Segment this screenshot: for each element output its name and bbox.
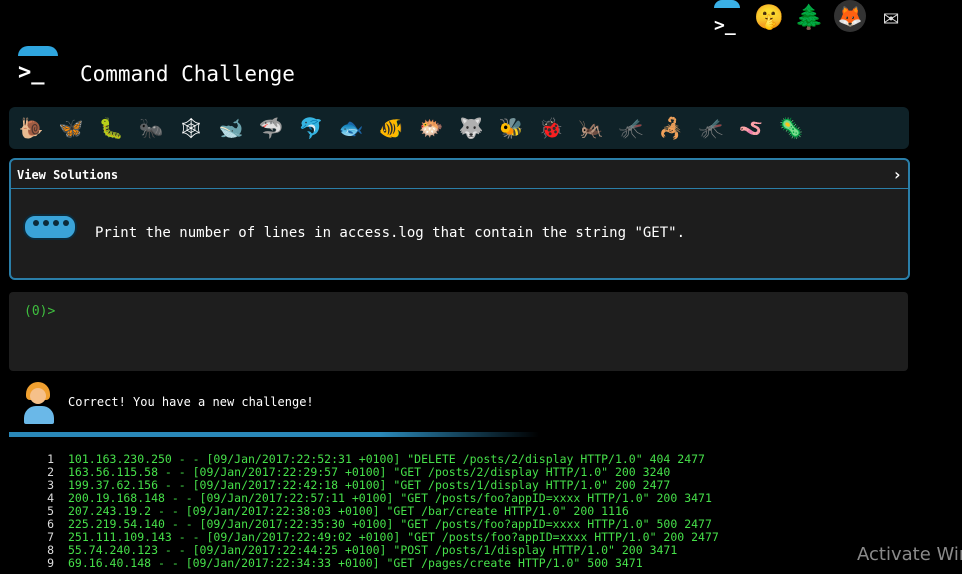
creature-icon[interactable]: 🐛 bbox=[95, 113, 127, 143]
log-line: 9 69.16.40.148 - - [09/Jan/2017:22:34:33 … bbox=[26, 557, 719, 570]
creature-icon[interactable]: 🐡 bbox=[415, 113, 447, 143]
view-solutions-header[interactable]: View Solutions › bbox=[11, 160, 908, 189]
creature-icon[interactable]: 🦟 bbox=[695, 113, 727, 143]
creature-icon[interactable]: 🐺 bbox=[455, 113, 487, 143]
log-text: 251.111.109.143 - - [09/Jan/2017:22:49:0… bbox=[68, 530, 719, 544]
creature-icon[interactable]: 🐞 bbox=[535, 113, 567, 143]
terminal-input[interactable]: (0)> bbox=[9, 292, 908, 371]
creature-icon[interactable]: 🐜 bbox=[135, 113, 167, 143]
challenge-panel: View Solutions › Print the number of lin… bbox=[9, 158, 910, 280]
line-number: 9 bbox=[47, 556, 54, 570]
creature-icon[interactable]: 🦗 bbox=[575, 113, 607, 143]
view-solutions-label[interactable]: View Solutions bbox=[17, 168, 118, 182]
log-text: 163.56.115.58 - - [09/Jan/2017:22:29:57 … bbox=[68, 465, 671, 479]
log-text: 101.163.230.250 - - [09/Jan/2017:22:52:3… bbox=[68, 452, 705, 466]
creature-icon[interactable]: 🦂 bbox=[655, 113, 687, 143]
creature-icon[interactable]: 🐋 bbox=[215, 113, 247, 143]
log-text: 207.243.19.2 - - [09/Jan/2017:22:38:03 +… bbox=[68, 504, 629, 518]
creature-icon[interactable]: 🪱 bbox=[735, 113, 767, 143]
log-output: 1 101.163.230.250 - - [09/Jan/2017:22:52:… bbox=[26, 453, 719, 570]
creature-icon[interactable]: 🐌 bbox=[15, 113, 47, 143]
chevron-right-icon[interactable]: › bbox=[892, 165, 902, 184]
creature-icon[interactable]: 🐟 bbox=[335, 113, 367, 143]
creature-icon[interactable]: 🦈 bbox=[255, 113, 287, 143]
log-text: 69.16.40.148 - - [09/Jan/2017:22:34:33 +… bbox=[68, 556, 643, 570]
creature-icon[interactable]: 🦟 bbox=[615, 113, 647, 143]
page-title: Command Challenge bbox=[80, 62, 295, 86]
creature-icon[interactable]: 🕸 bbox=[175, 113, 207, 143]
logo-icon[interactable]: >_ bbox=[16, 46, 60, 90]
terminal-prompt: (0)> bbox=[24, 304, 56, 319]
creature-icon[interactable]: 🐠 bbox=[375, 113, 407, 143]
log-text: 55.74.240.123 - - [09/Jan/2017:22:44:25 … bbox=[68, 543, 678, 557]
creature-icon[interactable]: 🐝 bbox=[495, 113, 527, 143]
shushing-face-icon[interactable]: 🤫 bbox=[754, 0, 784, 34]
activate-windows-watermark: Activate Win bbox=[857, 544, 962, 565]
creature-icon[interactable]: 🦠 bbox=[775, 113, 807, 143]
tree-icon[interactable]: 🌲 bbox=[794, 0, 824, 34]
challenge-creature-bar: 🐌 🦋 🐛 🐜 🕸 🐋 🦈 🐬 🐟 🐠 🐡 🐺 🐝 🐞 🦗 🦟 🦂 🦟 🪱 🦠 bbox=[9, 107, 909, 149]
top-icon-bar: >_ 🤫 🌲 🦊 ✉ bbox=[708, 0, 962, 38]
germ-icon bbox=[23, 210, 77, 240]
creature-icon[interactable]: 🐬 bbox=[295, 113, 327, 143]
terminal-icon[interactable]: >_ bbox=[708, 0, 744, 36]
log-text: 199.37.62.156 - - [09/Jan/2017:22:42:18 … bbox=[68, 478, 671, 492]
creature-icon[interactable]: 🦋 bbox=[55, 113, 87, 143]
feedback-message: Correct! You have a new challenge! bbox=[68, 395, 314, 409]
log-text: 225.219.54.140 - - [09/Jan/2017:22:35:30… bbox=[68, 517, 712, 531]
person-avatar-icon bbox=[22, 382, 56, 424]
gitlab-icon[interactable]: 🦊 bbox=[834, 0, 866, 32]
log-text: 200.19.168.148 - - [09/Jan/2017:22:57:11… bbox=[68, 491, 712, 505]
progress-divider bbox=[9, 432, 539, 437]
challenge-description: Print the number of lines in access.log … bbox=[95, 225, 686, 241]
mail-icon[interactable]: ✉ bbox=[874, 0, 908, 34]
